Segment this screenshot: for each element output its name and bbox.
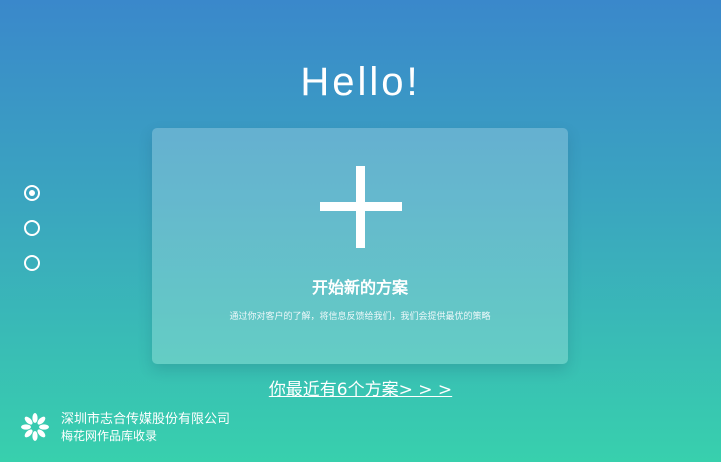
page-indicator-dot-3[interactable] [24, 255, 40, 271]
footer: 深圳市志合传媒股份有限公司 梅花网作品库收录 [20, 409, 230, 445]
recent-plans-link[interactable]: 你最近有6个方案> > > [0, 378, 721, 402]
new-plan-description: 通过你对客户的了解，将信息反馈给我们，我们会提供最优的策略 [229, 312, 491, 322]
flower-logo-icon [21, 413, 49, 441]
company-name: 深圳市志合传媒股份有限公司 [61, 411, 231, 427]
greeting-heading: Hello! [300, 60, 421, 104]
collection-note: 梅花网作品库收录 [61, 428, 158, 443]
new-plan-title: 开始新的方案 [311, 278, 408, 297]
plus-icon [320, 166, 402, 248]
page-indicator [24, 185, 46, 290]
page-indicator-dot-2[interactable] [24, 220, 40, 236]
new-plan-card[interactable]: 开始新的方案 通过你对客户的了解，将信息反馈给我们，我们会提供最优的策略 [152, 128, 568, 364]
page-indicator-dot-1[interactable] [24, 185, 40, 201]
